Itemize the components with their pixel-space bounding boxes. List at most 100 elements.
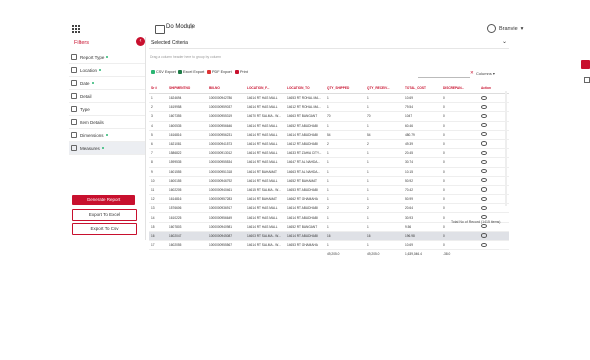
app-grid-icon[interactable]: [72, 25, 81, 34]
table-row[interactable]: 9 1601555 1000000951318 14614 RT BAHAMAT 146…: [149, 167, 509, 177]
table-cell: 0: [441, 240, 479, 251]
table-cell: 0: [441, 148, 479, 159]
sidebar-item-type[interactable]: Type: [69, 103, 145, 116]
view-eye-icon[interactable]: [481, 196, 487, 201]
view-eye-icon[interactable]: [481, 233, 487, 238]
view-eye-icon[interactable]: [481, 205, 487, 210]
table-cell: 1000000936917: [207, 203, 245, 214]
sidebar-item-report-type[interactable]: Report Type: [69, 51, 145, 64]
view-eye-icon[interactable]: [481, 113, 487, 119]
view-eye-icon[interactable]: [481, 95, 487, 100]
table-row[interactable]: 13 1576606 1000000936917 14614 RT HAS MALL 1…: [149, 203, 509, 214]
table-row[interactable]: 3 1607355 1000000955319 14670 RT SALMA - W.…: [149, 111, 509, 122]
view-eye-icon[interactable]: [481, 104, 487, 109]
list-icon[interactable]: [584, 77, 590, 83]
export-excel-button[interactable]: Export To Excel: [72, 209, 137, 221]
table-row[interactable]: 5 1616816 1000000956231 14614 RT HAS MALL 14…: [149, 130, 509, 140]
table-cell: 14653 RT ROHAL MA...: [285, 93, 325, 104]
chevron-down-icon[interactable]: ⌄: [502, 38, 507, 45]
table-cell: 480.79: [403, 130, 441, 140]
view-eye-icon[interactable]: [481, 150, 487, 155]
selected-criteria-bar[interactable]: Selected Criteria ⌄: [149, 38, 509, 49]
column-header[interactable]: BIILNO: [207, 82, 245, 94]
csv-export-button[interactable]: CSV Export: [151, 70, 176, 74]
filter-item-icon: [71, 93, 77, 99]
column-header[interactable]: Sr #: [149, 82, 167, 94]
table-cell: 54: [365, 130, 403, 140]
column-header[interactable]: SHIPMENTNO: [167, 82, 207, 94]
sidebar-item-item-details[interactable]: Item Details: [69, 116, 145, 129]
table-row[interactable]: 8 1599535 1000000955534 14614 RT HAS MALL 14…: [149, 157, 509, 168]
grid-scrollbar[interactable]: [505, 91, 507, 206]
view-eye-icon[interactable]: [481, 224, 487, 229]
filter-item-icon: [71, 106, 77, 112]
data-grid: Sr # SHIPMENTNO BIILNO LOCATION_F... LOCATIO…: [149, 82, 509, 258]
generate-report-button[interactable]: Generate Report: [72, 195, 135, 205]
column-header[interactable]: QTY_SHIPPED: [325, 82, 365, 94]
table-cell: 1: [365, 222, 403, 232]
table-cell: 1000000951318: [207, 167, 245, 177]
table-cell: 14614 RT BAHAMAT: [245, 167, 285, 177]
table-row[interactable]: 11 1602205 1000000940461 14615 RT SALMA - W…: [149, 185, 509, 196]
table-cell: 16: [365, 231, 403, 242]
column-header[interactable]: QTY_RECEIV...: [365, 82, 403, 94]
column-header[interactable]: TOTAL_COST: [403, 82, 441, 94]
status-dot-icon: [106, 56, 109, 58]
export-csv-button[interactable]: Export To Csv: [72, 223, 137, 235]
table-row[interactable]: 10 1600155 1000000946792 14614 RT HAS MALL 1…: [149, 176, 509, 186]
table-cell: 1600155: [167, 176, 207, 186]
view-eye-icon[interactable]: [481, 169, 487, 174]
column-header[interactable]: DISCREPAN...: [441, 82, 479, 94]
table-cell: 1000000957283: [207, 194, 245, 205]
table-cell: 20.64: [403, 203, 441, 214]
collapse-sidebar-button[interactable]: ‹: [136, 37, 145, 46]
side-panel-toggle-button[interactable]: [581, 60, 590, 69]
table-cell: 1: [325, 157, 365, 168]
grid-search-input[interactable]: [418, 71, 470, 78]
table-cell: 1000000940461: [207, 185, 245, 196]
sidebar-item-measures[interactable]: Measures: [69, 142, 145, 155]
table-cell: 1: [365, 93, 403, 104]
columns-dropdown[interactable]: Columns ▾: [476, 71, 495, 76]
filter-item-icon: [71, 119, 77, 125]
table-row[interactable]: 12 1614816 1000000957283 14614 RT BAHAMAT 14…: [149, 194, 509, 205]
pdf-export-button[interactable]: PDF Export: [207, 70, 232, 74]
table-row[interactable]: 6 1621081 1000000941573 14614 RT HAS MALL 14…: [149, 139, 509, 150]
total-qty-received: 49,205.0: [367, 252, 380, 257]
pdf-icon: [207, 70, 211, 74]
sidebar-item-dimensions[interactable]: Dimensions: [69, 129, 145, 142]
sidebar-item-label: Date: [80, 80, 90, 86]
view-eye-icon[interactable]: [481, 178, 487, 183]
table-row[interactable]: 7 1586822 1000000913012 14614 RT HAS MALL 14…: [149, 148, 509, 159]
table-row[interactable]: 17 1602055 1000000955567 14614 RT SALMA - W…: [149, 240, 509, 251]
table-cell: 1: [149, 93, 167, 104]
table-cell: 10.69: [403, 240, 441, 251]
sidebar-item-detail[interactable]: Detail: [69, 90, 145, 103]
sidebar-item-location[interactable]: Location: [69, 64, 145, 77]
column-header[interactable]: LOCATION_F...: [245, 82, 285, 94]
totals-row: 49,205.0 49,205.0 1,639,046.4 -38.0: [149, 250, 509, 259]
view-eye-icon[interactable]: [481, 123, 487, 128]
view-eye-icon[interactable]: [481, 242, 487, 247]
favorite-star-icon[interactable]: ☆: [187, 22, 194, 31]
table-row[interactable]: 2 1619958 1000000959037 14614 RT HAS MALL 14…: [149, 102, 509, 113]
view-eye-icon[interactable]: [481, 159, 487, 164]
column-header[interactable]: LOCATION_TO: [285, 82, 325, 94]
view-eye-icon[interactable]: [481, 214, 487, 220]
table-row[interactable]: 16 1602047 1000000945087 14603 RT SALMA - W…: [149, 231, 509, 242]
table-cell: 14: [149, 212, 167, 223]
table-row[interactable]: 4 1600535 1000000956646 14614 RT HAS MALL 14…: [149, 121, 509, 131]
sidebar-item-date[interactable]: Date: [69, 77, 145, 90]
view-eye-icon[interactable]: [481, 141, 487, 146]
table-row[interactable]: 1 1624694 1000000942786 14614 RT HAS MALL 14…: [149, 93, 509, 104]
view-eye-icon[interactable]: [481, 187, 487, 192]
clear-filter-icon[interactable]: ✕: [470, 70, 474, 76]
user-menu[interactable]: Branvie ▾: [487, 24, 523, 33]
table-cell: 10: [149, 176, 167, 186]
table-cell: 17: [149, 240, 167, 251]
table-cell: 14670 RT SALMA - W...: [245, 111, 285, 122]
view-eye-icon[interactable]: [481, 132, 487, 137]
print-button[interactable]: Print: [235, 70, 248, 74]
excel-export-button[interactable]: Excel Export: [178, 70, 204, 74]
table-cell: 14614 RT HAS MALL: [245, 139, 285, 150]
